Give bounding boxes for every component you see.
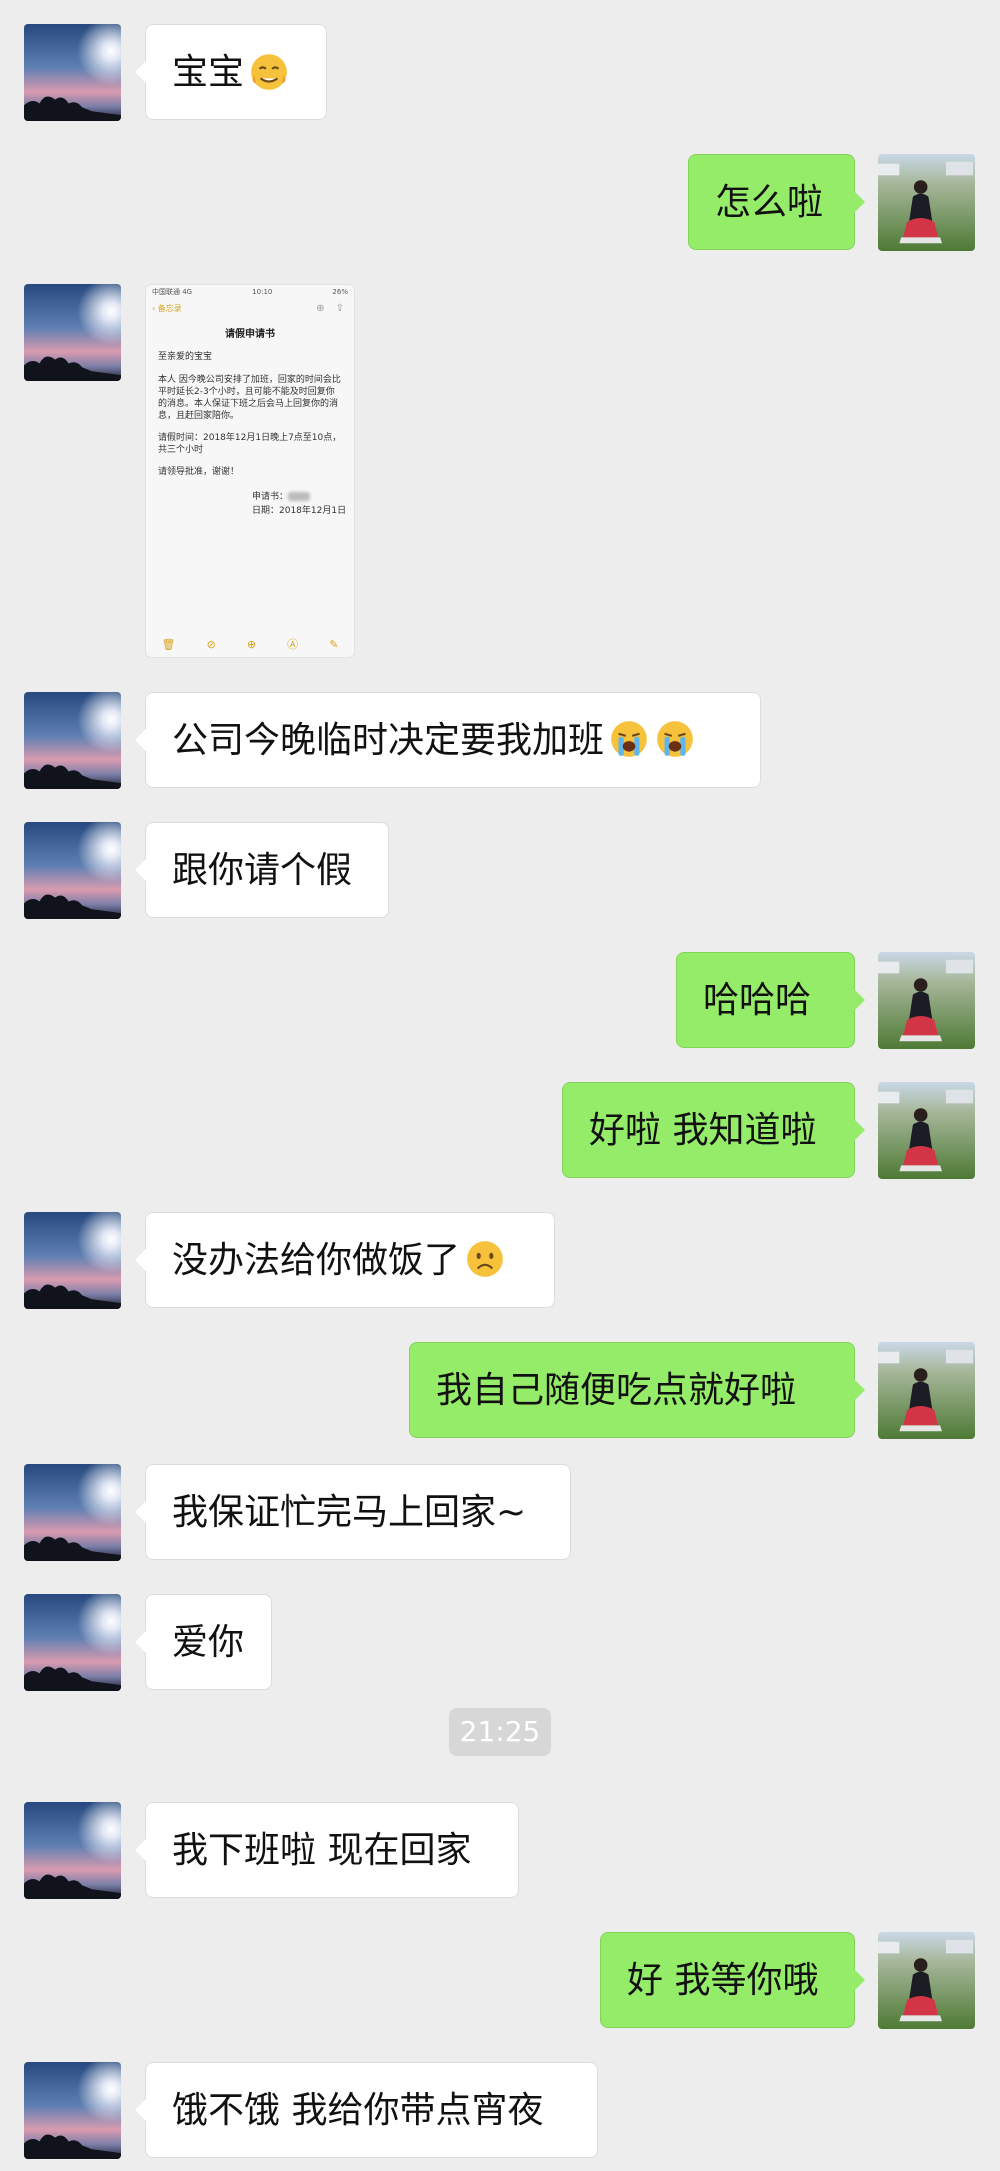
battery-label: 26% [332, 288, 348, 296]
note-request: 请领导批准，谢谢！ [158, 467, 240, 478]
contact-avatar[interactable] [24, 2062, 121, 2159]
plus-icon: ⊕ [246, 638, 257, 652]
message-text: 宝宝 [172, 52, 245, 93]
notes-toolbar: 🗑 ⊘ ⊕ Ⓐ ✎ [146, 638, 354, 653]
chat-timestamp: 21:25 [449, 1708, 551, 1756]
outgoing-message-bubble[interactable]: 好啦 我知道啦 [562, 1082, 865, 1178]
note-title: 请假申请书 [225, 328, 275, 340]
sweat-smile-icon [248, 50, 290, 92]
message-row: 宝宝 [0, 24, 1000, 124]
incoming-message-bubble[interactable]: 跟你请个假 [135, 822, 389, 918]
carrier-label: 中国联通 4G [152, 288, 193, 296]
message-text: 好啦 我知道啦 [589, 1110, 817, 1151]
contact-avatar[interactable] [24, 1594, 121, 1691]
message-row: 饿不饿 我给你带点宵夜 [0, 2062, 1000, 2162]
trash-icon: 🗑 [161, 638, 176, 652]
message-row: 我保证忙完马上回家~ [0, 1464, 1000, 1564]
clock-label: 10:10 [252, 288, 273, 296]
message-row: 公司今晚临时决定要我加班 [0, 692, 1000, 792]
note-date: 日期：2018年12月1日 [252, 505, 347, 516]
self-avatar[interactable] [878, 1342, 975, 1439]
incoming-message-bubble[interactable]: 宝宝 [135, 24, 327, 120]
message-text: 爱你 [172, 1622, 245, 1663]
message-row: 中国联通 4G 10:10 26% ‹ 备忘录 ⊕ ⇪ 请假申请书至亲爱的宝宝本人 因今晚… [0, 284, 1000, 658]
message-text: 好 我等你哦 [627, 1960, 819, 2001]
message-row: 哈哈哈 [0, 952, 1000, 1052]
contact-avatar[interactable] [24, 1802, 121, 1899]
message-text: 公司今晚临时决定要我加班 [172, 720, 605, 761]
contact-avatar[interactable] [24, 1212, 121, 1309]
message-row: 跟你请个假 [0, 822, 1000, 922]
message-text: 没办法给你做饭了 [172, 1240, 461, 1281]
message-text: 我下班啦 现在回家 [172, 1830, 472, 1871]
message-row: 爱你 [0, 1594, 1000, 1694]
outgoing-message-bubble[interactable]: 哈哈哈 [676, 952, 865, 1048]
compose-icon: ✎ [329, 638, 339, 652]
self-avatar[interactable] [878, 1082, 975, 1179]
frowning-face-icon [464, 1238, 506, 1280]
outgoing-message-bubble[interactable]: 好 我等你哦 [600, 1932, 865, 2028]
message-text: 饿不饿 我给你带点宵夜 [172, 2090, 544, 2131]
note-leave-time: 请假时间：2018年12月1日晚上7点至10点，共三个小时 [158, 433, 342, 456]
incoming-message-bubble[interactable]: 没办法给你做饭了 [135, 1212, 555, 1308]
message-row: 没办法给你做饭了 [0, 1212, 1000, 1312]
outgoing-message-bubble[interactable]: 怎么啦 [688, 154, 865, 250]
message-text: 怎么啦 [715, 182, 824, 223]
loudly-crying-icon [654, 718, 696, 760]
message-row: 我下班啦 现在回家 [0, 1802, 1000, 1902]
check-icon: ⊘ [206, 638, 216, 652]
outgoing-message-bubble[interactable]: 我自己随便吃点就好啦 [409, 1342, 865, 1438]
contact-avatar[interactable] [24, 692, 121, 789]
note-greeting: 至亲爱的宝宝 [158, 352, 213, 363]
message-text: 我自己随便吃点就好啦 [436, 1370, 797, 1411]
incoming-message-bubble[interactable]: 公司今晚临时决定要我加班 [135, 692, 761, 788]
note-body: 本人 因今晚公司安排了加班，回家的时间会比平时延长2-3个小时，且可能不能及时回… [158, 374, 341, 421]
contact-avatar[interactable] [24, 24, 121, 121]
image-message[interactable]: 中国联通 4G 10:10 26% ‹ 备忘录 ⊕ ⇪ 请假申请书至亲爱的宝宝本人 因今晚… [145, 284, 355, 658]
incoming-message-bubble[interactable]: 饿不饿 我给你带点宵夜 [135, 2062, 598, 2158]
message-text: 我保证忙完马上回家~ [172, 1492, 527, 1533]
message-row: 好 我等你哦 [0, 1932, 1000, 2032]
contact-avatar[interactable] [24, 1464, 121, 1561]
contact-avatar[interactable] [24, 284, 121, 381]
self-avatar[interactable] [878, 154, 975, 251]
message-row: 怎么啦 [0, 154, 1000, 254]
share-icon: ⊕ ⇪ [316, 303, 348, 315]
note-applicant: 申请书： [146, 491, 354, 503]
blurred-name [288, 491, 311, 501]
contact-avatar[interactable] [24, 822, 121, 919]
back-link: ‹ 备忘录 [152, 303, 182, 313]
chat-view: 宝宝怎么啦中国联通 4G 10:10 26% ‹ 备忘录 ⊕ ⇪ 请假申请书至亲爱的宝宝本… [0, 0, 1000, 2171]
self-avatar[interactable] [878, 952, 975, 1049]
message-row: 好啦 我知道啦 [0, 1082, 1000, 1182]
incoming-message-bubble[interactable]: 我保证忙完马上回家~ [135, 1464, 571, 1560]
message-row: 我自己随便吃点就好啦 [0, 1342, 1000, 1442]
pen-icon: Ⓐ [287, 638, 299, 652]
self-avatar[interactable] [878, 1932, 975, 2029]
incoming-message-bubble[interactable]: 爱你 [135, 1594, 272, 1690]
incoming-message-bubble[interactable]: 我下班啦 现在回家 [135, 1802, 519, 1898]
message-text: 跟你请个假 [172, 850, 353, 891]
message-text: 哈哈哈 [703, 980, 812, 1021]
loudly-crying-icon [608, 718, 650, 760]
